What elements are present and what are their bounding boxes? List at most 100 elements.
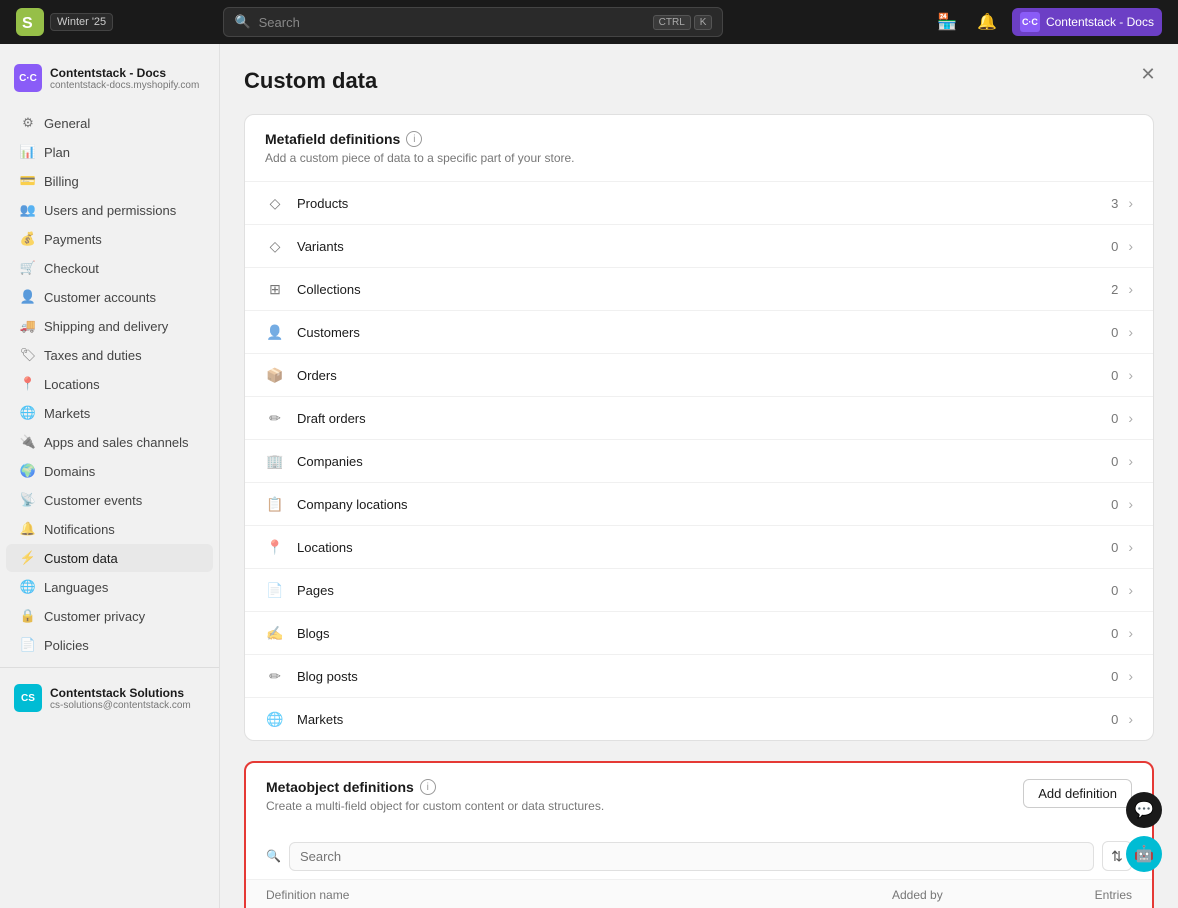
metafield-row-draft-orders[interactable]: ✏ Draft orders 0 › <box>245 396 1153 439</box>
sidebar-item-label: Custom data <box>44 551 118 566</box>
sidebar-item-plan[interactable]: 📊 Plan <box>6 138 213 166</box>
sidebar-item-apps[interactable]: 🔌 Apps and sales channels <box>6 428 213 456</box>
sidebar-item-languages[interactable]: 🌐 Languages <box>6 573 213 601</box>
page-title: Custom data <box>244 68 1154 94</box>
sidebar-item-users[interactable]: 👥 Users and permissions <box>6 196 213 224</box>
sidebar-item-label: Users and permissions <box>44 203 176 218</box>
metafield-row-customers[interactable]: 👤 Customers 0 › <box>245 310 1153 353</box>
sidebar-item-payments[interactable]: 💰 Payments <box>6 225 213 253</box>
draft-orders-row-name: Draft orders <box>297 411 1098 426</box>
sidebar-item-notifications[interactable]: 🔔 Notifications <box>6 515 213 543</box>
draft-orders-row-icon: ✏ <box>265 408 285 428</box>
blog-posts-row-count: 0 <box>1098 669 1118 684</box>
sidebar-item-locations[interactable]: 📍 Locations <box>6 370 213 398</box>
sidebar-item-label: Shipping and delivery <box>44 319 168 334</box>
sidebar-item-label: Plan <box>44 145 70 160</box>
metafield-row-companies[interactable]: 🏢 Companies 0 › <box>245 439 1153 482</box>
sidebar-item-label: Billing <box>44 174 79 189</box>
sidebar-item-label: Domains <box>44 464 95 479</box>
sidebar-item-label: Locations <box>44 377 100 392</box>
taxes-icon: 🏷 <box>20 347 36 363</box>
metafield-row-collections[interactable]: ⊞ Collections 2 › <box>245 267 1153 310</box>
sidebar-item-general[interactable]: ⚙ General <box>6 109 213 137</box>
sidebar-item-customer-privacy[interactable]: 🔒 Customer privacy <box>6 602 213 630</box>
sidebar-item-label: Languages <box>44 580 108 595</box>
col-header-added: Added by <box>892 888 1052 902</box>
metafield-row-markets[interactable]: 🌐 Markets 0 › <box>245 697 1153 740</box>
sidebar-item-shipping[interactable]: 🚚 Shipping and delivery <box>6 312 213 340</box>
variants-row-name: Variants <box>297 239 1098 254</box>
metafield-row-blogs[interactable]: ✍ Blogs 0 › <box>245 611 1153 654</box>
sidebar-item-domains[interactable]: 🌍 Domains <box>6 457 213 485</box>
chat-widget-2[interactable]: 🤖 <box>1126 836 1162 872</box>
metafield-row-company-locations[interactable]: 📋 Company locations 0 › <box>245 482 1153 525</box>
sidebar-item-custom-data[interactable]: ⚡ Custom data <box>6 544 213 572</box>
metaobject-definitions-card: Metaobject definitions i Create a multi-… <box>244 761 1154 908</box>
close-button[interactable]: ✕ <box>1134 60 1162 88</box>
metaobject-info-icon[interactable]: i <box>420 779 436 795</box>
orders-row-chevron: › <box>1128 367 1133 383</box>
metaobject-search-row: 🔍 ⇅ <box>246 833 1152 880</box>
sidebar-item-customer-events[interactable]: 📡 Customer events <box>6 486 213 514</box>
sidebar-item-label: General <box>44 116 90 131</box>
draft-orders-row-count: 0 <box>1098 411 1118 426</box>
locations-icon: 📍 <box>20 376 36 392</box>
second-store-url: cs-solutions@contentstack.com <box>50 700 191 711</box>
shipping-icon: 🚚 <box>20 318 36 334</box>
logo-area[interactable]: S Winter '25 <box>16 8 113 36</box>
shopify-logo-icon: S <box>16 8 44 36</box>
sidebar-item-customer-accounts[interactable]: 👤 Customer accounts <box>6 283 213 311</box>
companies-row-name: Companies <box>297 454 1098 469</box>
secondary-store[interactable]: CS Contentstack Solutions cs-solutions@c… <box>0 676 219 720</box>
col-header-entries: Entries <box>1052 888 1132 902</box>
sidebar-item-markets[interactable]: 🌐 Markets <box>6 399 213 427</box>
sidebar-item-label: Checkout <box>44 261 99 276</box>
sidebar-items-list: ⚙ General 📊 Plan 💳 Billing 👥 Users and p… <box>0 109 219 659</box>
collections-row-count: 2 <box>1098 282 1118 297</box>
company-locations-row-count: 0 <box>1098 497 1118 512</box>
add-definition-button[interactable]: Add definition <box>1023 779 1132 808</box>
store-profile-button[interactable]: C·C Contentstack - Docs <box>1012 8 1162 36</box>
metafield-info-icon[interactable]: i <box>406 131 422 147</box>
pages-row-icon: 📄 <box>265 580 285 600</box>
metafield-row-products[interactable]: ◇ Products 3 › <box>245 181 1153 224</box>
plan-icon: 📊 <box>20 144 36 160</box>
blogs-row-count: 0 <box>1098 626 1118 641</box>
metafield-row-pages[interactable]: 📄 Pages 0 › <box>245 568 1153 611</box>
blog-posts-row-name: Blog posts <box>297 669 1098 684</box>
metafield-row-variants[interactable]: ◇ Variants 0 › <box>245 224 1153 267</box>
metafield-row-locations[interactable]: 📍 Locations 0 › <box>245 525 1153 568</box>
store-info[interactable]: C·C Contentstack - Docs contentstack-doc… <box>0 56 219 108</box>
metaobject-search-input[interactable] <box>289 842 1094 871</box>
markets-row-count: 0 <box>1098 712 1118 727</box>
locations-row-icon: 📍 <box>265 537 285 557</box>
variants-row-icon: ◇ <box>265 236 285 256</box>
sidebar-item-label: Apps and sales channels <box>44 435 189 450</box>
company-locations-row-chevron: › <box>1128 496 1133 512</box>
custom-data-icon: ⚡ <box>20 550 36 566</box>
sidebar-item-policies[interactable]: 📄 Policies <box>6 631 213 659</box>
privacy-icon: 🔒 <box>20 608 36 624</box>
checkout-icon: 🛒 <box>20 260 36 276</box>
chat-widget-1[interactable]: 💬 <box>1126 792 1162 828</box>
search-bar[interactable]: 🔍 Search CTRL K <box>223 7 723 37</box>
sidebar-item-billing[interactable]: 💳 Billing <box>6 167 213 195</box>
store-name-sidebar: Contentstack - Docs <box>50 66 199 80</box>
products-row-count: 3 <box>1098 196 1118 211</box>
customer-events-icon: 📡 <box>20 492 36 508</box>
notifications-button[interactable]: 🔔 <box>972 7 1002 37</box>
metafield-row-blog-posts[interactable]: ✏ Blog posts 0 › <box>245 654 1153 697</box>
variants-row-chevron: › <box>1128 238 1133 254</box>
pages-row-name: Pages <box>297 583 1098 598</box>
sidebar-item-checkout[interactable]: 🛒 Checkout <box>6 254 213 282</box>
store-icon-button[interactable]: 🏪 <box>932 7 962 37</box>
blogs-row-icon: ✍ <box>265 623 285 643</box>
languages-icon: 🌐 <box>20 579 36 595</box>
sidebar-item-label: Notifications <box>44 522 115 537</box>
sidebar-item-taxes[interactable]: 🏷 Taxes and duties <box>6 341 213 369</box>
collections-row-chevron: › <box>1128 281 1133 297</box>
blogs-row-chevron: › <box>1128 625 1133 641</box>
markets-row-chevron: › <box>1128 711 1133 727</box>
orders-row-icon: 📦 <box>265 365 285 385</box>
metafield-row-orders[interactable]: 📦 Orders 0 › <box>245 353 1153 396</box>
